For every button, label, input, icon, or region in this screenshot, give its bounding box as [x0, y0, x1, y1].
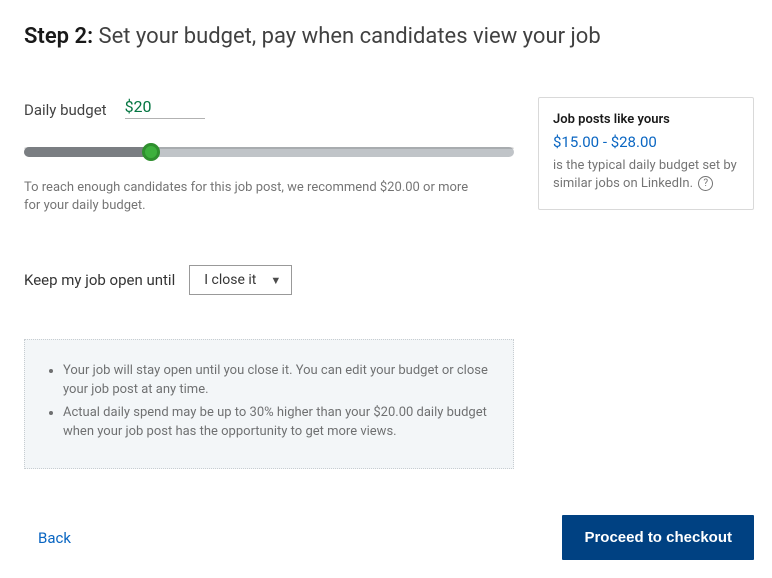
notes-box: Your job will stay open until you close …: [24, 339, 514, 468]
card-description: is the typical daily budget set by simil…: [553, 157, 739, 193]
heading-title: Set your budget, pay when candidates vie…: [99, 24, 601, 49]
notes-item: Your job will stay open until you close …: [63, 362, 491, 400]
help-icon[interactable]: ?: [698, 176, 713, 191]
step-label: Step 2:: [24, 24, 93, 49]
budget-range: $15.00 - $28.00: [553, 133, 739, 151]
chevron-down-icon: ▼: [270, 274, 281, 287]
card-title: Job posts like yours: [553, 112, 739, 127]
page-heading: Step 2: Set your budget, pay when candid…: [24, 24, 754, 49]
similar-jobs-card: Job posts like yours $15.00 - $28.00 is …: [538, 97, 754, 210]
notes-item: Actual daily spend may be up to 30% high…: [63, 404, 491, 442]
slider-fill: [24, 147, 151, 157]
budget-helper-text: To reach enough candidates for this job …: [24, 179, 484, 215]
dropdown-selected: I close it: [204, 272, 256, 288]
daily-budget-input[interactable]: [125, 97, 205, 116]
slider-thumb[interactable]: [142, 143, 160, 161]
proceed-button[interactable]: Proceed to checkout: [562, 515, 754, 560]
daily-budget-label: Daily budget: [24, 101, 107, 119]
keep-open-label: Keep my job open until: [24, 271, 175, 289]
budget-slider[interactable]: [24, 147, 514, 157]
keep-open-dropdown[interactable]: I close it ▼: [189, 265, 292, 295]
back-button[interactable]: Back: [24, 529, 71, 547]
